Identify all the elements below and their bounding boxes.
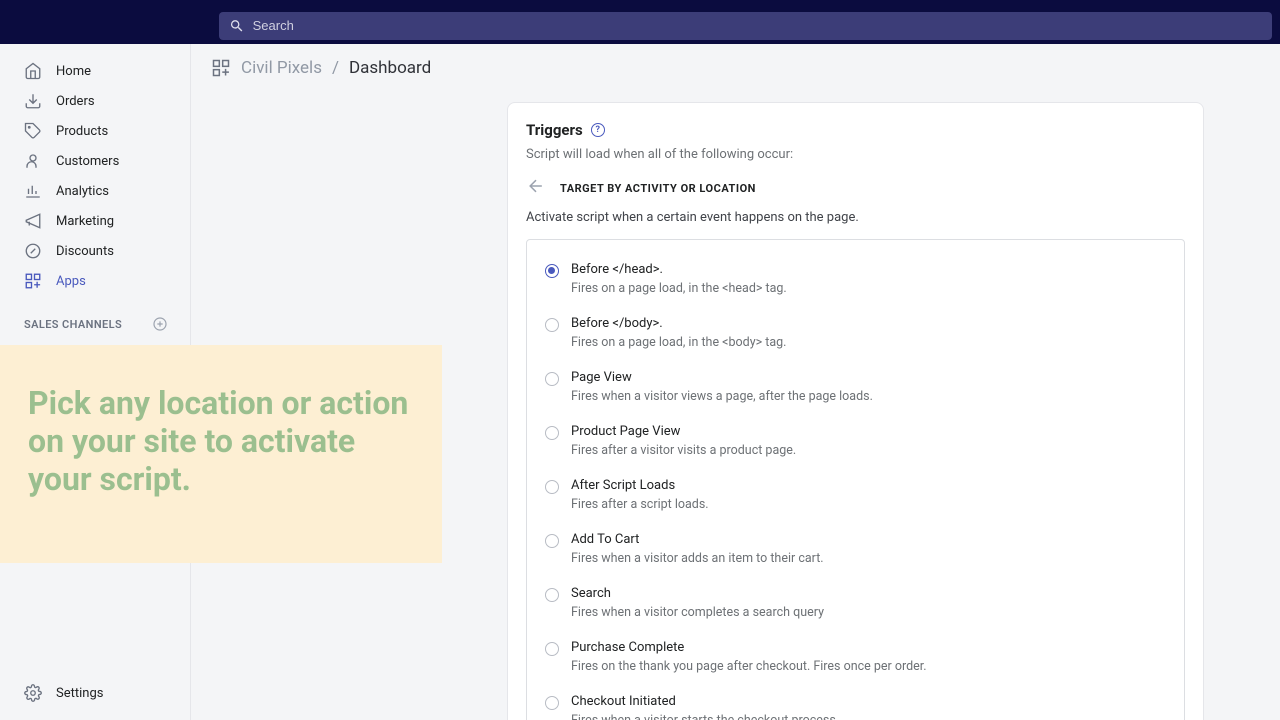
help-icon[interactable]: ?: [591, 123, 605, 137]
trigger-option[interactable]: Add To Cart Fires when a visitor adds an …: [527, 522, 1184, 576]
nav-discounts[interactable]: Discounts: [0, 236, 190, 266]
radio[interactable]: [545, 696, 559, 710]
nav-label: Discounts: [56, 244, 114, 259]
nav-orders[interactable]: Orders: [0, 86, 190, 116]
orders-icon: [24, 92, 42, 110]
option-title: Product Page View: [571, 424, 1166, 439]
nav-analytics[interactable]: Analytics: [0, 176, 190, 206]
nav-label: Marketing: [56, 214, 114, 229]
apps-icon: [24, 272, 42, 290]
nav-settings[interactable]: Settings: [0, 672, 190, 720]
nav-label: Customers: [56, 154, 119, 169]
trigger-options: Before </head>. Fires on a page load, in …: [526, 239, 1185, 720]
section-label: TARGET BY ACTIVITY OR LOCATION: [560, 182, 756, 195]
option-title: Purchase Complete: [571, 640, 1166, 655]
search-wrap: [191, 5, 1280, 40]
trigger-option[interactable]: Product Page View Fires after a visitor v…: [527, 414, 1184, 468]
section-label: SALES CHANNELS: [24, 318, 122, 331]
option-desc: Fires when a visitor completes a search …: [571, 605, 1166, 620]
trigger-option[interactable]: Before </body>. Fires on a page load, in …: [527, 306, 1184, 360]
home-icon: [24, 62, 42, 80]
option-desc: Fires on the thank you page after checko…: [571, 659, 1166, 674]
radio[interactable]: [545, 480, 559, 494]
breadcrumb: Civil Pixels / Dashboard: [191, 44, 1280, 92]
nav-products[interactable]: Products: [0, 116, 190, 146]
breadcrumb-current: Dashboard: [349, 58, 431, 78]
option-desc: Fires after a visitor visits a product p…: [571, 443, 1166, 458]
callout-text: Pick any location or action on your site…: [28, 385, 414, 498]
trigger-option[interactable]: Purchase Complete Fires on the thank you …: [527, 630, 1184, 684]
section-row: TARGET BY ACTIVITY OR LOCATION: [508, 162, 1203, 206]
add-channel-icon[interactable]: [152, 316, 168, 332]
option-title: Add To Cart: [571, 532, 1166, 547]
nav-home[interactable]: Home: [0, 56, 190, 86]
option-desc: Fires when a visitor starts the checkout…: [571, 713, 1166, 720]
nav: Home Orders Products Customers Analytics…: [0, 44, 190, 308]
radio[interactable]: [545, 534, 559, 548]
card-title-row: Triggers ?: [526, 121, 1185, 139]
sidebar: Home Orders Products Customers Analytics…: [0, 44, 191, 720]
apps-icon: [211, 58, 231, 78]
section-desc: Activate script when a certain event hap…: [508, 206, 1203, 239]
nav-label: Home: [56, 64, 91, 79]
option-title: After Script Loads: [571, 478, 1166, 493]
option-desc: Fires when a visitor adds an item to the…: [571, 551, 1166, 566]
search-box[interactable]: [219, 12, 1272, 40]
card-subtitle: Script will load when all of the followi…: [526, 147, 1185, 162]
breadcrumb-parent[interactable]: Civil Pixels: [241, 58, 322, 78]
option-desc: Fires on a page load, in the <head> tag.: [571, 281, 1166, 296]
option-title: Page View: [571, 370, 1166, 385]
arrow-left-icon: [526, 176, 546, 196]
discounts-icon: [24, 242, 42, 260]
products-icon: [24, 122, 42, 140]
nav-apps[interactable]: Apps: [0, 266, 190, 296]
option-desc: Fires on a page load, in the <body> tag.: [571, 335, 1166, 350]
trigger-option[interactable]: Checkout Initiated Fires when a visitor s…: [527, 684, 1184, 720]
nav-label: Analytics: [56, 184, 109, 199]
option-title: Before </body>.: [571, 316, 1166, 331]
card-title: Triggers: [526, 121, 583, 139]
trigger-option[interactable]: After Script Loads Fires after a script l…: [527, 468, 1184, 522]
option-title: Checkout Initiated: [571, 694, 1166, 709]
logo-area: [0, 0, 191, 44]
trigger-option[interactable]: Page View Fires when a visitor views a pa…: [527, 360, 1184, 414]
nav-label: Orders: [56, 94, 95, 109]
nav-marketing[interactable]: Marketing: [0, 206, 190, 236]
option-desc: Fires when a visitor views a page, after…: [571, 389, 1166, 404]
option-desc: Fires after a script loads.: [571, 497, 1166, 512]
trigger-option[interactable]: Before </head>. Fires on a page load, in …: [527, 252, 1184, 306]
callout: Pick any location or action on your site…: [0, 345, 442, 563]
option-title: Search: [571, 586, 1166, 601]
trigger-option[interactable]: Search Fires when a visitor completes a s…: [527, 576, 1184, 630]
marketing-icon: [24, 212, 42, 230]
radio[interactable]: [545, 426, 559, 440]
radio[interactable]: [545, 642, 559, 656]
card-header: Triggers ? Script will load when all of …: [508, 121, 1203, 162]
radio[interactable]: [545, 318, 559, 332]
sales-channels-header: SALES CHANNELS: [0, 308, 190, 340]
option-title: Before </head>.: [571, 262, 1166, 277]
topbar: [0, 0, 1280, 44]
triggers-card: Triggers ? Script will load when all of …: [507, 102, 1204, 720]
radio[interactable]: [545, 372, 559, 386]
nav-label: Apps: [56, 274, 86, 289]
search-input[interactable]: [253, 18, 1262, 33]
breadcrumb-sep: /: [332, 58, 339, 78]
settings-label: Settings: [56, 686, 103, 701]
search-icon: [229, 18, 245, 34]
nav-label: Products: [56, 124, 108, 139]
analytics-icon: [24, 182, 42, 200]
nav-customers[interactable]: Customers: [0, 146, 190, 176]
customers-icon: [24, 152, 42, 170]
gear-icon: [24, 684, 42, 702]
back-button[interactable]: [526, 176, 546, 200]
radio[interactable]: [545, 264, 559, 278]
radio[interactable]: [545, 588, 559, 602]
